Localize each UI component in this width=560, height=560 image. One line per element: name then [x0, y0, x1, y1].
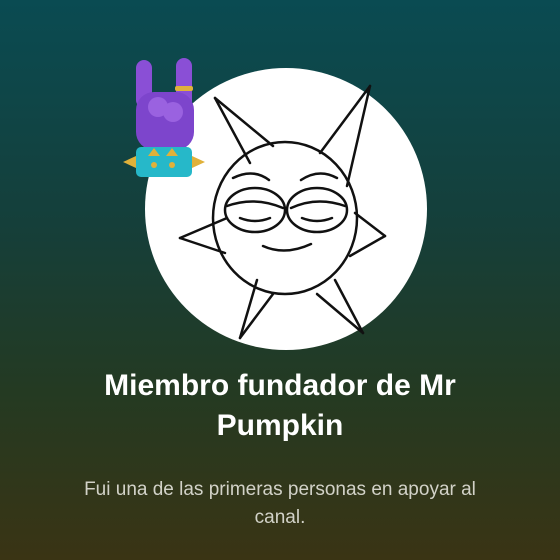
rock-hand-badge-icon — [123, 58, 205, 177]
membership-description: Fui una de las primeras personas en apoy… — [84, 479, 476, 528]
membership-card: Miembro fundador de Mr Pumpkin Fui una d… — [0, 0, 560, 560]
membership-title: Miembro fundador de Mr Pumpkin — [104, 369, 456, 442]
